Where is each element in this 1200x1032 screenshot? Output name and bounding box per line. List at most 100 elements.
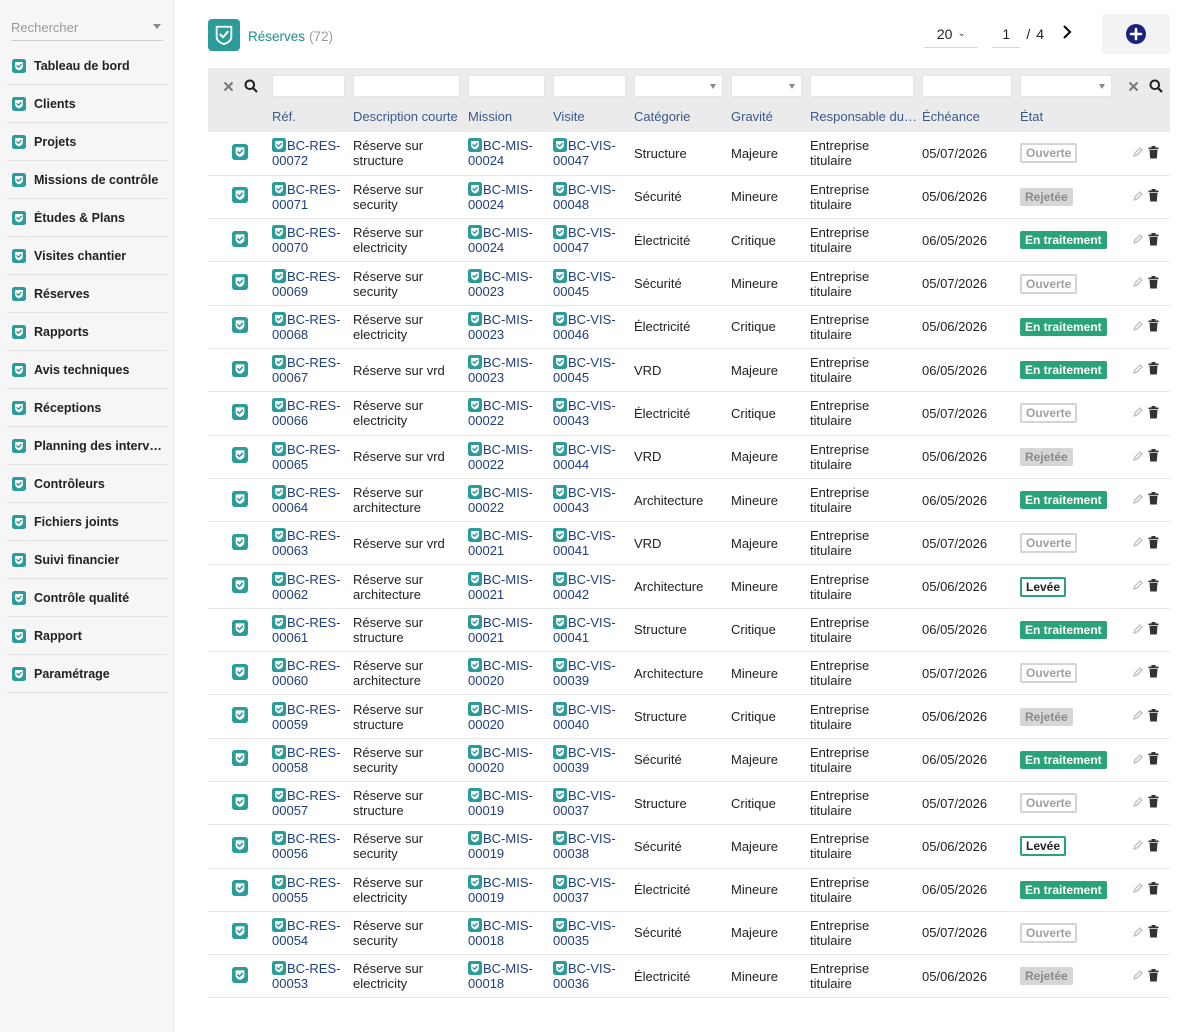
search-icon[interactable]	[244, 79, 258, 93]
mission-link[interactable]: BC-MIS- 00023	[468, 355, 547, 385]
visite-link[interactable]: BC-VIS- 00043	[553, 398, 628, 428]
ref-link[interactable]: BC-RES- 00064	[272, 485, 347, 515]
pencil-icon[interactable]	[1132, 839, 1144, 854]
table-row[interactable]: BC-RES- 00055 Réserve sur electricity BC-MIS…	[208, 868, 1170, 912]
filter-responsable-input[interactable]	[810, 75, 914, 97]
pencil-icon[interactable]	[1132, 579, 1144, 594]
pencil-icon[interactable]	[1132, 276, 1144, 291]
visite-link[interactable]: BC-VIS- 00039	[553, 744, 628, 775]
table-row[interactable]: BC-RES- 00065 Réserve sur vrd BC-MIS- 00022 B…	[208, 435, 1170, 479]
ref-link[interactable]: BC-RES- 00062	[272, 571, 347, 602]
trash-icon[interactable]	[1148, 881, 1159, 898]
filter-visite-input[interactable]	[553, 75, 626, 97]
ref-link[interactable]: BC-RES- 00066	[272, 398, 347, 428]
row-select-checkbox[interactable]	[232, 836, 248, 853]
trash-icon[interactable]	[1148, 708, 1159, 725]
sidebar-item-rapport[interactable]: Rapport	[6, 617, 167, 655]
close-icon[interactable]	[223, 81, 234, 92]
mission-link[interactable]: BC-MIS- 00020	[468, 744, 547, 775]
mission-link[interactable]: BC-MIS- 00024	[468, 225, 547, 255]
sidebar-item-suivi-financier[interactable]: Suivi financier	[6, 541, 167, 579]
ref-link[interactable]: BC-RES- 00054	[272, 917, 347, 948]
pencil-icon[interactable]	[1132, 406, 1144, 421]
row-select-checkbox[interactable]	[232, 274, 248, 291]
pencil-icon[interactable]	[1132, 882, 1144, 897]
pencil-icon[interactable]	[1132, 709, 1144, 724]
mission-link[interactable]: BC-MIS- 00024	[468, 138, 547, 168]
pencil-icon[interactable]	[1132, 796, 1144, 811]
table-row[interactable]: BC-RES- 00056 Réserve sur security BC-MIS- 00…	[208, 825, 1170, 869]
trash-icon[interactable]	[1148, 752, 1159, 768]
sidebar-item-clients[interactable]: Clients	[6, 85, 167, 123]
pencil-icon[interactable]	[1132, 666, 1144, 681]
current-page-input[interactable]: 1	[992, 20, 1021, 48]
sidebar-item-reserves[interactable]: Réserves	[6, 275, 167, 313]
table-row[interactable]: BC-RES- 00070 Réserve sur electricity BC-MIS…	[208, 219, 1170, 262]
visite-link[interactable]: BC-VIS- 00044	[553, 441, 628, 472]
sidebar-item-missions-de-controle[interactable]: Missions de contrôle	[6, 161, 167, 199]
table-row[interactable]: BC-RES- 00068 Réserve sur electricity BC-MIS…	[208, 305, 1170, 349]
trash-icon[interactable]	[1148, 838, 1159, 855]
col-header-ref[interactable]: Réf.	[272, 100, 353, 132]
mission-link[interactable]: BC-MIS- 00021	[468, 528, 547, 558]
row-select-checkbox[interactable]	[232, 663, 248, 680]
sidebar-item-controle-qualite[interactable]: Contrôle qualité	[6, 579, 167, 617]
filter-mission-input[interactable]	[468, 75, 545, 97]
col-header-echeance[interactable]: Échéance	[922, 100, 1020, 132]
row-select-checkbox[interactable]	[232, 317, 248, 334]
pencil-icon[interactable]	[1132, 926, 1144, 941]
row-select-checkbox[interactable]	[232, 187, 248, 204]
pencil-icon[interactable]	[1132, 969, 1144, 984]
trash-icon[interactable]	[1148, 578, 1159, 595]
sidebar-item-tableau-de-bord[interactable]: Tableau de bord	[6, 47, 167, 85]
next-page-icon[interactable]	[1062, 24, 1072, 44]
row-select-checkbox[interactable]	[232, 923, 248, 940]
mission-link[interactable]: BC-MIS- 00022	[468, 441, 547, 472]
table-row[interactable]: BC-RES- 00067 Réserve sur vrd BC-MIS- 00023 B…	[208, 348, 1170, 392]
ref-link[interactable]: BC-RES- 00056	[272, 831, 347, 861]
table-row[interactable]: BC-RES- 00069 Réserve sur security BC-MIS- 00…	[208, 262, 1170, 306]
trash-icon[interactable]	[1148, 665, 1159, 681]
trash-icon[interactable]	[1148, 319, 1159, 335]
visite-link[interactable]: BC-VIS- 00042	[553, 571, 628, 602]
mission-link[interactable]: BC-MIS- 00023	[468, 268, 547, 299]
visite-link[interactable]: BC-VIS- 00036	[553, 961, 628, 991]
row-select-checkbox[interactable]	[232, 447, 248, 464]
row-select-checkbox[interactable]	[232, 143, 248, 160]
trash-icon[interactable]	[1148, 189, 1159, 205]
table-row[interactable]: BC-RES- 00062 Réserve sur architecture BC-MI…	[208, 565, 1170, 609]
mission-link[interactable]: BC-MIS- 00024	[468, 181, 547, 212]
table-row[interactable]: BC-RES- 00058 Réserve sur security BC-MIS- 00…	[208, 738, 1170, 782]
table-row[interactable]: BC-RES- 00053 Réserve sur electricity BC-MIS…	[208, 955, 1170, 998]
visite-link[interactable]: BC-VIS- 00037	[553, 788, 628, 818]
table-row[interactable]: BC-RES- 00066 Réserve sur electricity BC-MIS…	[208, 392, 1170, 436]
table-row[interactable]: BC-RES- 00060 Réserve sur architecture BC-MI…	[208, 652, 1170, 695]
pencil-icon[interactable]	[1132, 753, 1144, 768]
row-select-checkbox[interactable]	[232, 490, 248, 507]
filter-categorie-select[interactable]	[634, 75, 723, 97]
pencil-icon[interactable]	[1132, 320, 1144, 335]
trash-icon[interactable]	[1148, 362, 1159, 378]
trash-icon[interactable]	[1148, 145, 1159, 162]
col-header-etat[interactable]: État	[1020, 100, 1120, 132]
row-select-checkbox[interactable]	[232, 793, 248, 810]
trash-icon[interactable]	[1148, 405, 1159, 422]
row-select-checkbox[interactable]	[232, 620, 248, 637]
sidebar-item-fichiers-joints[interactable]: Fichiers joints	[6, 503, 167, 541]
mission-link[interactable]: BC-MIS- 00019	[468, 831, 547, 861]
ref-link[interactable]: BC-RES- 00072	[272, 138, 347, 168]
ref-link[interactable]: BC-RES- 00068	[272, 311, 347, 342]
ref-link[interactable]: BC-RES- 00067	[272, 355, 347, 385]
visite-link[interactable]: BC-VIS- 00039	[553, 658, 628, 688]
sidebar-item-receptions[interactable]: Réceptions	[6, 389, 167, 427]
pencil-icon[interactable]	[1132, 623, 1144, 638]
trash-icon[interactable]	[1148, 275, 1159, 292]
pencil-icon[interactable]	[1132, 536, 1144, 551]
sidebar-item-projets[interactable]: Projets	[6, 123, 167, 161]
row-select-checkbox[interactable]	[232, 750, 248, 767]
search-icon[interactable]	[1149, 79, 1163, 93]
table-row[interactable]: BC-RES- 00063 Réserve sur vrd BC-MIS- 00021 B…	[208, 522, 1170, 565]
ref-link[interactable]: BC-RES- 00058	[272, 744, 347, 775]
mission-link[interactable]: BC-MIS- 00022	[468, 398, 547, 428]
filter-description-input[interactable]	[353, 75, 460, 97]
